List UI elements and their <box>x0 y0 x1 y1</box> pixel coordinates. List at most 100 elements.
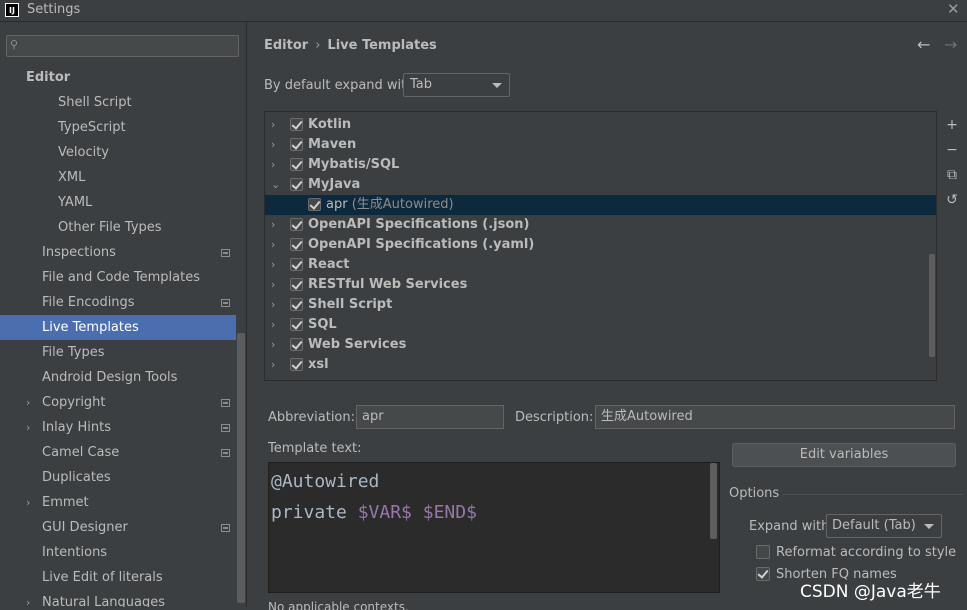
sidebar-item-duplicates[interactable]: Duplicates <box>0 465 236 490</box>
sidebar-item-copyright[interactable]: › Copyright <box>0 390 236 415</box>
options-title: Options <box>729 486 780 501</box>
reformat-checkbox[interactable] <box>756 545 770 559</box>
expand-with-select[interactable]: Default (Tab) <box>826 514 942 538</box>
group-checkbox[interactable] <box>290 178 303 191</box>
description-field[interactable]: 生成Autowired <box>595 405 955 429</box>
chevron-right-icon[interactable]: › <box>26 490 30 515</box>
tree-group-myjava[interactable]: ⌄ MyJava <box>265 175 936 195</box>
chevron-right-icon[interactable]: › <box>26 590 30 607</box>
forward-arrow-icon[interactable]: → <box>944 35 957 54</box>
chevron-right-icon[interactable]: › <box>271 335 275 355</box>
project-scope-icon <box>221 449 230 457</box>
project-scope-icon <box>221 299 230 307</box>
group-checkbox[interactable] <box>290 238 303 251</box>
chevron-right-icon[interactable]: › <box>271 295 275 315</box>
tree-group-shell-script[interactable]: › Shell Script <box>265 295 936 315</box>
group-checkbox[interactable] <box>290 338 303 351</box>
group-checkbox[interactable] <box>290 298 303 311</box>
abbreviation-field[interactable]: apr <box>356 405 504 429</box>
tree-group-openapi-yaml[interactable]: › OpenAPI Specifications (.yaml) <box>265 235 936 255</box>
chevron-right-icon[interactable]: › <box>271 275 275 295</box>
sidebar-item-inlay-hints[interactable]: › Inlay Hints <box>0 415 236 440</box>
group-checkbox[interactable] <box>290 138 303 151</box>
template-text-editor[interactable]: @Autowired private $VAR$ $END$ <box>268 462 720 593</box>
edit-variables-button[interactable]: Edit variables <box>732 443 956 467</box>
expand-default-label: By default expand with <box>264 78 415 93</box>
group-checkbox[interactable] <box>290 278 303 291</box>
group-checkbox[interactable] <box>290 358 303 371</box>
shorten-fq-checkbox[interactable] <box>756 567 770 581</box>
breadcrumb-separator: › <box>315 38 321 53</box>
restore-icon[interactable]: ↺ <box>942 190 962 210</box>
copy-icon[interactable]: ⧉ <box>942 165 962 185</box>
sidebar-item-gui-designer[interactable]: GUI Designer <box>0 515 236 540</box>
sidebar-item-intentions[interactable]: Intentions <box>0 540 236 565</box>
group-checkbox[interactable] <box>290 158 303 171</box>
search-input[interactable] <box>6 35 239 57</box>
remove-icon[interactable]: − <box>942 140 962 160</box>
tree-group-web-services[interactable]: › Web Services <box>265 335 936 355</box>
chevron-right-icon[interactable]: › <box>271 155 275 175</box>
sidebar-item-inspections[interactable]: Inspections <box>0 240 236 265</box>
sidebar-item-emmet[interactable]: › Emmet <box>0 490 236 515</box>
template-description: (生成Autowired) <box>351 197 454 212</box>
tree-group-openapi-json[interactable]: › OpenAPI Specifications (.json) <box>265 215 936 235</box>
chevron-down-icon[interactable]: ⌄ <box>271 175 280 195</box>
sidebar-scrollbar[interactable] <box>237 333 245 603</box>
group-checkbox[interactable] <box>290 258 303 271</box>
group-checkbox[interactable] <box>290 118 303 131</box>
tree-group-mybatis-sql[interactable]: › Mybatis/SQL <box>265 155 936 175</box>
tree-group-react[interactable]: › React <box>265 255 936 275</box>
templates-tree: › Kotlin › Maven › Mybatis/SQL ⌄ MyJava apr … <box>264 111 937 381</box>
breadcrumb-parent[interactable]: Editor <box>264 38 308 53</box>
back-arrow-icon[interactable]: ← <box>917 35 930 54</box>
chevron-right-icon[interactable]: › <box>271 255 275 275</box>
tree-item-apr[interactable]: apr (生成Autowired) <box>265 195 936 215</box>
chevron-right-icon[interactable]: › <box>271 235 275 255</box>
breadcrumb-current: Live Templates <box>327 38 437 53</box>
watermark: CSDN @Java老牛 <box>800 582 941 602</box>
sidebar-item-live-templates[interactable]: Live Templates <box>0 315 236 340</box>
chevron-right-icon[interactable]: › <box>271 315 275 335</box>
sidebar-item-shell-script[interactable]: Shell Script <box>0 90 236 115</box>
chevron-right-icon[interactable]: › <box>271 115 275 135</box>
chevron-down-icon <box>492 83 502 88</box>
sidebar-item-camel-case[interactable]: Camel Case <box>0 440 236 465</box>
sidebar-item-live-edit-literals[interactable]: Live Edit of literals <box>0 565 236 590</box>
sidebar-item-other-file-types[interactable]: Other File Types <box>0 215 236 240</box>
chevron-right-icon[interactable]: › <box>271 355 275 375</box>
expand-default-select[interactable]: Tab <box>403 73 510 97</box>
reformat-label[interactable]: Reformat according to style <box>776 545 956 560</box>
sidebar-item-typescript[interactable]: TypeScript <box>0 115 236 140</box>
sidebar-item-natural-languages[interactable]: › Natural Languages <box>0 590 236 607</box>
sidebar-item-yaml[interactable]: YAML <box>0 190 236 215</box>
tree-group-sql[interactable]: › SQL <box>265 315 936 335</box>
template-scrollbar[interactable] <box>710 463 717 539</box>
tree-group-xsl[interactable]: › xsl <box>265 355 936 375</box>
sidebar-item-velocity[interactable]: Velocity <box>0 140 236 165</box>
group-checkbox[interactable] <box>290 318 303 331</box>
chevron-right-icon[interactable]: › <box>271 135 275 155</box>
close-icon[interactable]: ✕ <box>947 0 960 18</box>
window-title: Settings <box>27 2 81 17</box>
sidebar-item-xml[interactable]: XML <box>0 165 236 190</box>
app-icon: IJ <box>5 3 19 17</box>
tree-toolbar: + − ⧉ ↺ <box>938 111 967 381</box>
sidebar-item-file-code-templates[interactable]: File and Code Templates <box>0 265 236 290</box>
sidebar-item-file-encodings[interactable]: File Encodings <box>0 290 236 315</box>
chevron-right-icon[interactable]: › <box>271 215 275 235</box>
expand-with-label: Expand with <box>749 519 830 534</box>
chevron-right-icon[interactable]: › <box>26 390 30 415</box>
template-checkbox[interactable] <box>308 198 321 211</box>
chevron-right-icon[interactable]: › <box>26 415 30 440</box>
tree-group-kotlin[interactable]: › Kotlin <box>265 115 936 135</box>
breadcrumb: Editor › Live Templates <box>264 38 437 53</box>
tree-group-maven[interactable]: › Maven <box>265 135 936 155</box>
sidebar-section-editor[interactable]: Editor <box>0 65 236 90</box>
add-icon[interactable]: + <box>942 115 962 135</box>
tree-scrollbar[interactable] <box>929 254 935 357</box>
tree-group-restful[interactable]: › RESTful Web Services <box>265 275 936 295</box>
sidebar-item-file-types[interactable]: File Types <box>0 340 236 365</box>
group-checkbox[interactable] <box>290 218 303 231</box>
sidebar-item-android-design-tools[interactable]: Android Design Tools <box>0 365 236 390</box>
